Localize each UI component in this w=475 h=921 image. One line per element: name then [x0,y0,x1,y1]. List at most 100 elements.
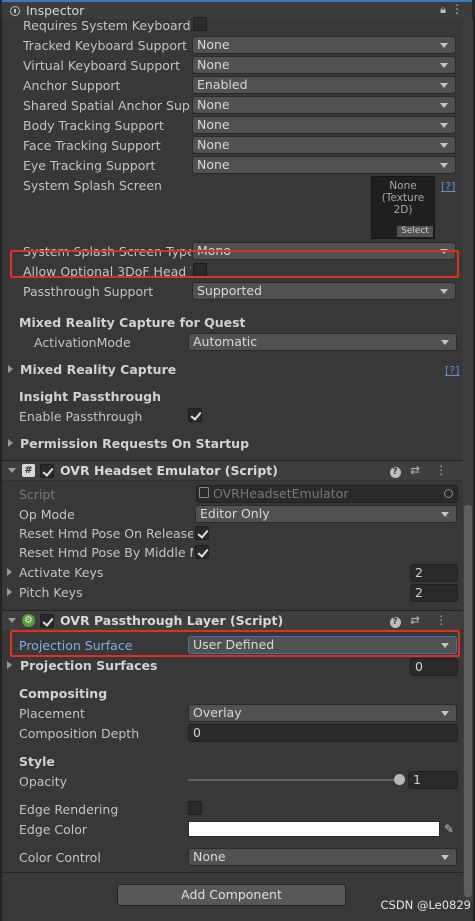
passthrough-support-highlight [10,250,459,278]
splash-help-icon[interactable]: [?] [441,180,455,193]
tab-bar: Inspector 🔒︎ ⋮ [0,0,475,19]
activate-keys-size[interactable]: 2 [410,564,458,582]
scrollbar-thumb[interactable] [464,505,472,897]
projection-surface-dropdown[interactable]: User Defined [188,636,457,654]
splash-texture-type: (Texture 2D) [381,192,425,216]
headset-emulator-enabled-checkbox[interactable] [40,464,54,478]
pitch-keys-size[interactable]: 2 [410,584,458,602]
placement-label: Placement [19,706,85,721]
enable-passthrough-label: Enable Passthrough [19,409,143,424]
mrc-foldout-arrow[interactable] [8,365,13,373]
placement-value: Overlay [193,705,242,720]
virtual-keyboard-label: Virtual Keyboard Support [23,58,180,73]
face-tracking-value: None [197,137,230,152]
color-control-value: None [193,849,226,864]
dropdown-arrow-icon [440,289,448,294]
splash-texture-text: None (Texture 2D) [372,180,434,216]
splash-screen-label: System Splash Screen [23,178,162,193]
virtual-keyboard-dropdown[interactable]: None [192,56,456,74]
presets-icon[interactable]: ⇄ [410,613,426,627]
compositing-title: Compositing [19,686,108,701]
dropdown-arrow-icon [440,83,448,88]
eyedropper-icon[interactable]: ✎ [444,821,458,837]
presets-icon[interactable]: ⇄ [410,463,426,477]
divider [2,872,463,873]
insight-title: Insight Passthrough [19,389,161,404]
shared-spatial-anchor-label: Shared Spatial Anchor Support [23,98,191,113]
projection-surfaces-fold-arrow[interactable] [7,661,12,669]
opacity-slider-track[interactable] [188,779,400,781]
tracked-keyboard-label: Tracked Keyboard Support [23,38,188,53]
script-gear-icon: ⚙ [22,614,35,627]
reset-release-checkbox[interactable] [195,526,209,540]
dropdown-arrow-icon [440,63,448,68]
virtual-keyboard-value: None [197,57,230,72]
help-icon[interactable]: ? [389,617,401,628]
eye-tracking-value: None [197,157,230,172]
reset-middle-checkbox[interactable] [195,545,209,559]
edge-rendering-checkbox[interactable] [188,801,202,815]
opacity-value-field[interactable]: 1 [408,771,458,789]
opacity-slider-thumb[interactable] [394,774,405,785]
dropdown-arrow-icon [440,43,448,48]
composition-depth-field[interactable]: 0 [188,724,458,742]
component-actions: ? ⇄ ⋮ [389,613,454,628]
anchor-support-dropdown[interactable]: Enabled [192,76,456,94]
headset-emulator-fold-arrow[interactable] [8,468,16,473]
projection-surfaces-label[interactable]: Projection Surfaces [20,658,157,673]
dropdown-arrow-icon [440,103,448,108]
body-tracking-value: None [197,117,230,132]
permissions-foldout-label[interactable]: Permission Requests On Startup [20,436,249,451]
dropdown-arrow-icon [440,163,448,168]
pitch-keys-label[interactable]: Pitch Keys [19,585,83,600]
mrc-title: Mixed Reality Capture for Quest [19,315,246,330]
mrc-foldout-label[interactable]: Mixed Reality Capture [20,362,176,377]
lock-icon[interactable]: 🔒︎ [440,3,446,17]
op-mode-label: Op Mode [19,507,75,522]
splash-texture-preview[interactable]: None (Texture 2D) Select [371,176,435,239]
pitch-keys-fold-arrow[interactable] [7,588,12,596]
tab-inspector[interactable]: Inspector 🔒︎ ⋮ [2,0,472,19]
requires-system-keyboard-checkbox[interactable] [193,17,207,31]
help-icon[interactable]: ? [389,467,401,478]
anchor-support-value: Enabled [197,77,248,92]
info-icon [10,5,20,16]
edge-color-swatch[interactable] [188,821,440,837]
activation-mode-dropdown[interactable]: Automatic [188,333,457,351]
script-icon: # [22,464,35,477]
face-tracking-dropdown[interactable]: None [192,136,456,154]
edge-color-label: Edge Color [19,822,88,837]
kebab-menu-icon[interactable]: ⋮ [436,463,454,477]
passthrough-layer-fold-arrow[interactable] [8,618,16,623]
eye-tracking-label: Eye Tracking Support [23,158,156,173]
enable-passthrough-checkbox[interactable] [188,408,202,422]
edge-rendering-label: Edge Rendering [19,802,119,817]
kebab-menu-icon[interactable]: ⋮ [451,2,463,16]
body-tracking-label: Body Tracking Support [23,118,164,133]
placement-dropdown[interactable]: Overlay [188,704,457,722]
headset-emulator-header[interactable]: # OVR Headset Emulator (Script) ? ⇄ ⋮ [2,460,463,481]
dropdown-arrow-icon [440,123,448,128]
mrc-help-icon[interactable]: [?] [445,364,459,377]
eye-tracking-dropdown[interactable]: None [192,156,456,174]
splash-select-button[interactable]: Select [397,226,433,237]
passthrough-support-label: Passthrough Support [23,284,154,299]
op-mode-dropdown[interactable]: Editor Only [195,505,457,523]
kebab-menu-icon[interactable]: ⋮ [436,613,454,627]
passthrough-support-dropdown[interactable]: Supported [192,282,456,300]
activation-mode-value: Automatic [193,334,258,349]
color-control-dropdown[interactable]: None [188,848,457,866]
projection-surfaces-size[interactable]: 0 [410,658,458,676]
tracked-keyboard-dropdown[interactable]: None [192,36,456,54]
activate-keys-fold-arrow[interactable] [7,568,12,576]
script-file-icon [199,487,209,498]
shared-spatial-anchor-dropdown[interactable]: None [192,96,456,114]
passthrough-layer-header[interactable]: ⚙ OVR Passthrough Layer (Script) ? ⇄ ⋮ [2,610,463,631]
headset-emulator-title: OVR Headset Emulator (Script) [60,463,278,478]
passthrough-layer-enabled-checkbox[interactable] [40,614,54,628]
face-tracking-label: Face Tracking Support [23,138,161,153]
permissions-foldout-arrow[interactable] [8,439,13,447]
body-tracking-dropdown[interactable]: None [192,116,456,134]
activate-keys-label[interactable]: Activate Keys [19,565,103,580]
add-component-button[interactable]: Add Component [117,884,346,906]
